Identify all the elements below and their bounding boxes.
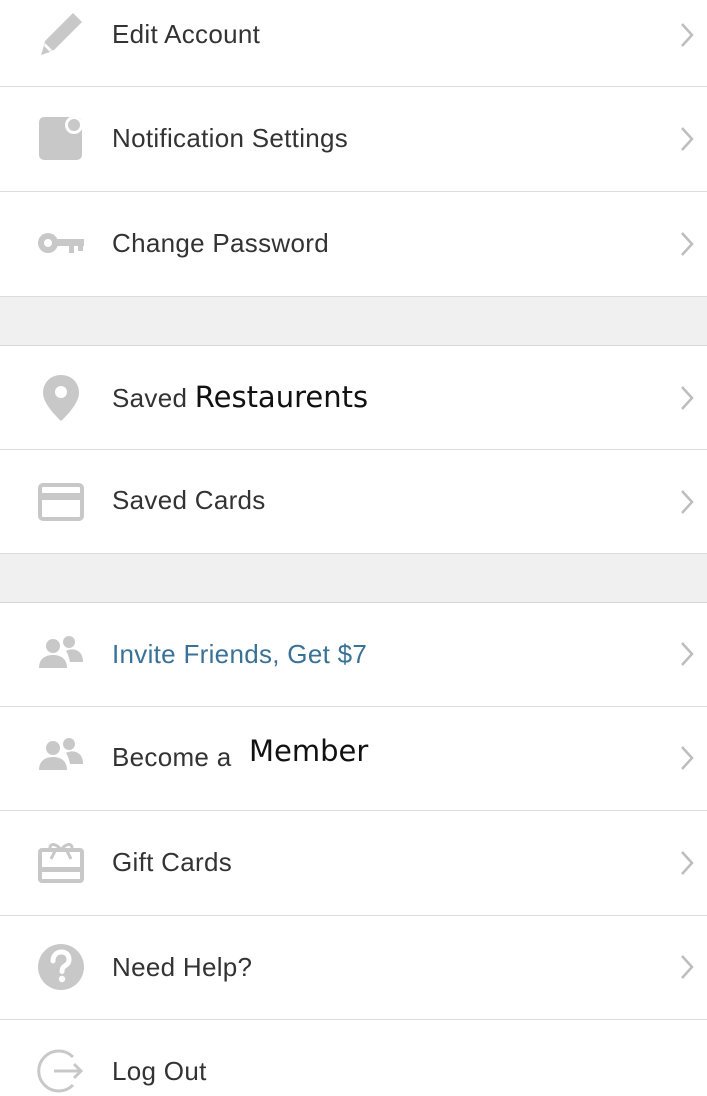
menu-item-label: Log Out — [112, 1056, 207, 1086]
chevron-right-icon — [681, 642, 694, 666]
question-circle-icon — [36, 942, 86, 992]
label-prefix: Saved — [112, 383, 188, 413]
people-icon — [36, 731, 86, 781]
label-suffix: Member — [249, 734, 369, 768]
people-icon — [36, 629, 86, 679]
menu-item-gift-cards[interactable]: Gift Cards — [0, 811, 707, 916]
menu-item-saved-cards[interactable]: Saved Cards — [0, 450, 707, 554]
label-prefix: Become a — [112, 742, 232, 772]
menu-item-need-help[interactable]: Need Help? — [0, 916, 707, 1020]
chevron-right-icon — [681, 851, 694, 875]
settings-menu: Edit Account Notification Settings Chang… — [0, 0, 707, 1093]
chevron-right-icon — [681, 955, 694, 979]
chevron-right-icon — [681, 490, 694, 514]
menu-item-label: Edit Account — [112, 19, 261, 49]
menu-item-label: Need Help? — [112, 952, 253, 982]
chevron-right-icon — [681, 232, 694, 256]
notification-badge-icon — [36, 114, 86, 164]
menu-item-label: Notification Settings — [112, 123, 349, 153]
menu-item-label: Become a Member — [112, 734, 368, 773]
menu-item-notification-settings[interactable]: Notification Settings — [0, 87, 707, 192]
chevron-right-icon — [681, 746, 694, 770]
chevron-right-icon — [681, 127, 694, 151]
pencil-icon — [36, 9, 86, 59]
menu-item-become-member[interactable]: Become a Member — [0, 707, 707, 811]
menu-item-label: Change Password — [112, 228, 329, 258]
location-pin-icon — [36, 373, 86, 423]
chevron-right-icon — [681, 386, 694, 410]
credit-card-icon — [36, 477, 86, 527]
menu-item-edit-account[interactable]: Edit Account — [0, 0, 707, 87]
menu-item-label: Saved Restaurents — [112, 380, 368, 414]
menu-item-invite-friends[interactable]: Invite Friends, Get $7 — [0, 603, 707, 707]
label-suffix: Restaurents — [194, 380, 369, 414]
chevron-right-icon — [681, 23, 694, 47]
section-divider — [0, 554, 707, 603]
menu-item-log-out[interactable]: Log Out — [0, 1020, 707, 1093]
section-divider — [0, 297, 707, 346]
menu-item-change-password[interactable]: Change Password — [0, 192, 707, 297]
key-icon — [36, 218, 86, 268]
menu-item-label: Gift Cards — [112, 847, 233, 877]
menu-item-label: Invite Friends, Get $7 — [112, 639, 368, 669]
menu-item-saved-restaurants[interactable]: Saved Restaurents — [0, 346, 707, 450]
menu-item-label: Saved Cards — [112, 485, 266, 515]
gift-card-icon — [36, 837, 86, 887]
